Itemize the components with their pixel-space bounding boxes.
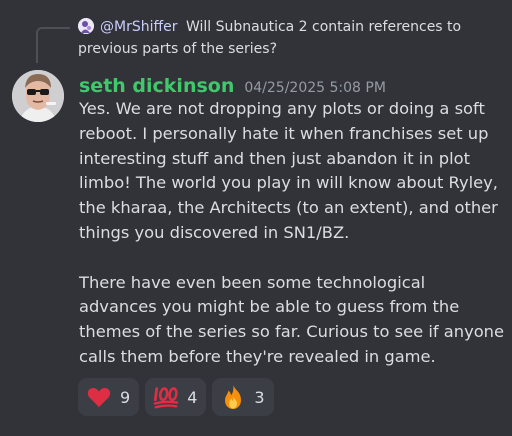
- hundred-points-icon: [153, 384, 179, 410]
- message-paragraph: There have even been some technological …: [79, 272, 510, 366]
- reaction-hundred-points[interactable]: 4: [145, 378, 207, 416]
- message-paragraph: Yes. We are not dropping any plots or do…: [79, 99, 504, 242]
- fire-icon: [220, 384, 246, 410]
- heart-icon: [86, 384, 112, 410]
- reactions-bar: 9 4 3: [78, 378, 274, 416]
- reaction-count: 4: [187, 387, 198, 407]
- reply-preview[interactable]: @MrShiffer Will Subnautica 2 contain ref…: [78, 16, 498, 60]
- message-content: Yes. We are not dropping any plots or do…: [79, 97, 504, 370]
- reaction-heart[interactable]: 9: [78, 378, 140, 416]
- message-header: seth dickinson 04/25/2025 5:08 PM: [79, 72, 386, 100]
- reply-avatar[interactable]: [78, 18, 94, 34]
- reply-connector: [36, 27, 70, 63]
- chat-message: @MrShiffer Will Subnautica 2 contain ref…: [0, 0, 512, 436]
- message-author[interactable]: seth dickinson: [79, 75, 234, 97]
- reaction-count: 9: [120, 387, 131, 407]
- reply-author[interactable]: @MrShiffer: [100, 19, 178, 35]
- reaction-fire[interactable]: 3: [212, 378, 274, 416]
- avatar[interactable]: [12, 70, 64, 122]
- reaction-count: 3: [254, 387, 265, 407]
- message-timestamp[interactable]: 04/25/2025 5:08 PM: [244, 80, 386, 96]
